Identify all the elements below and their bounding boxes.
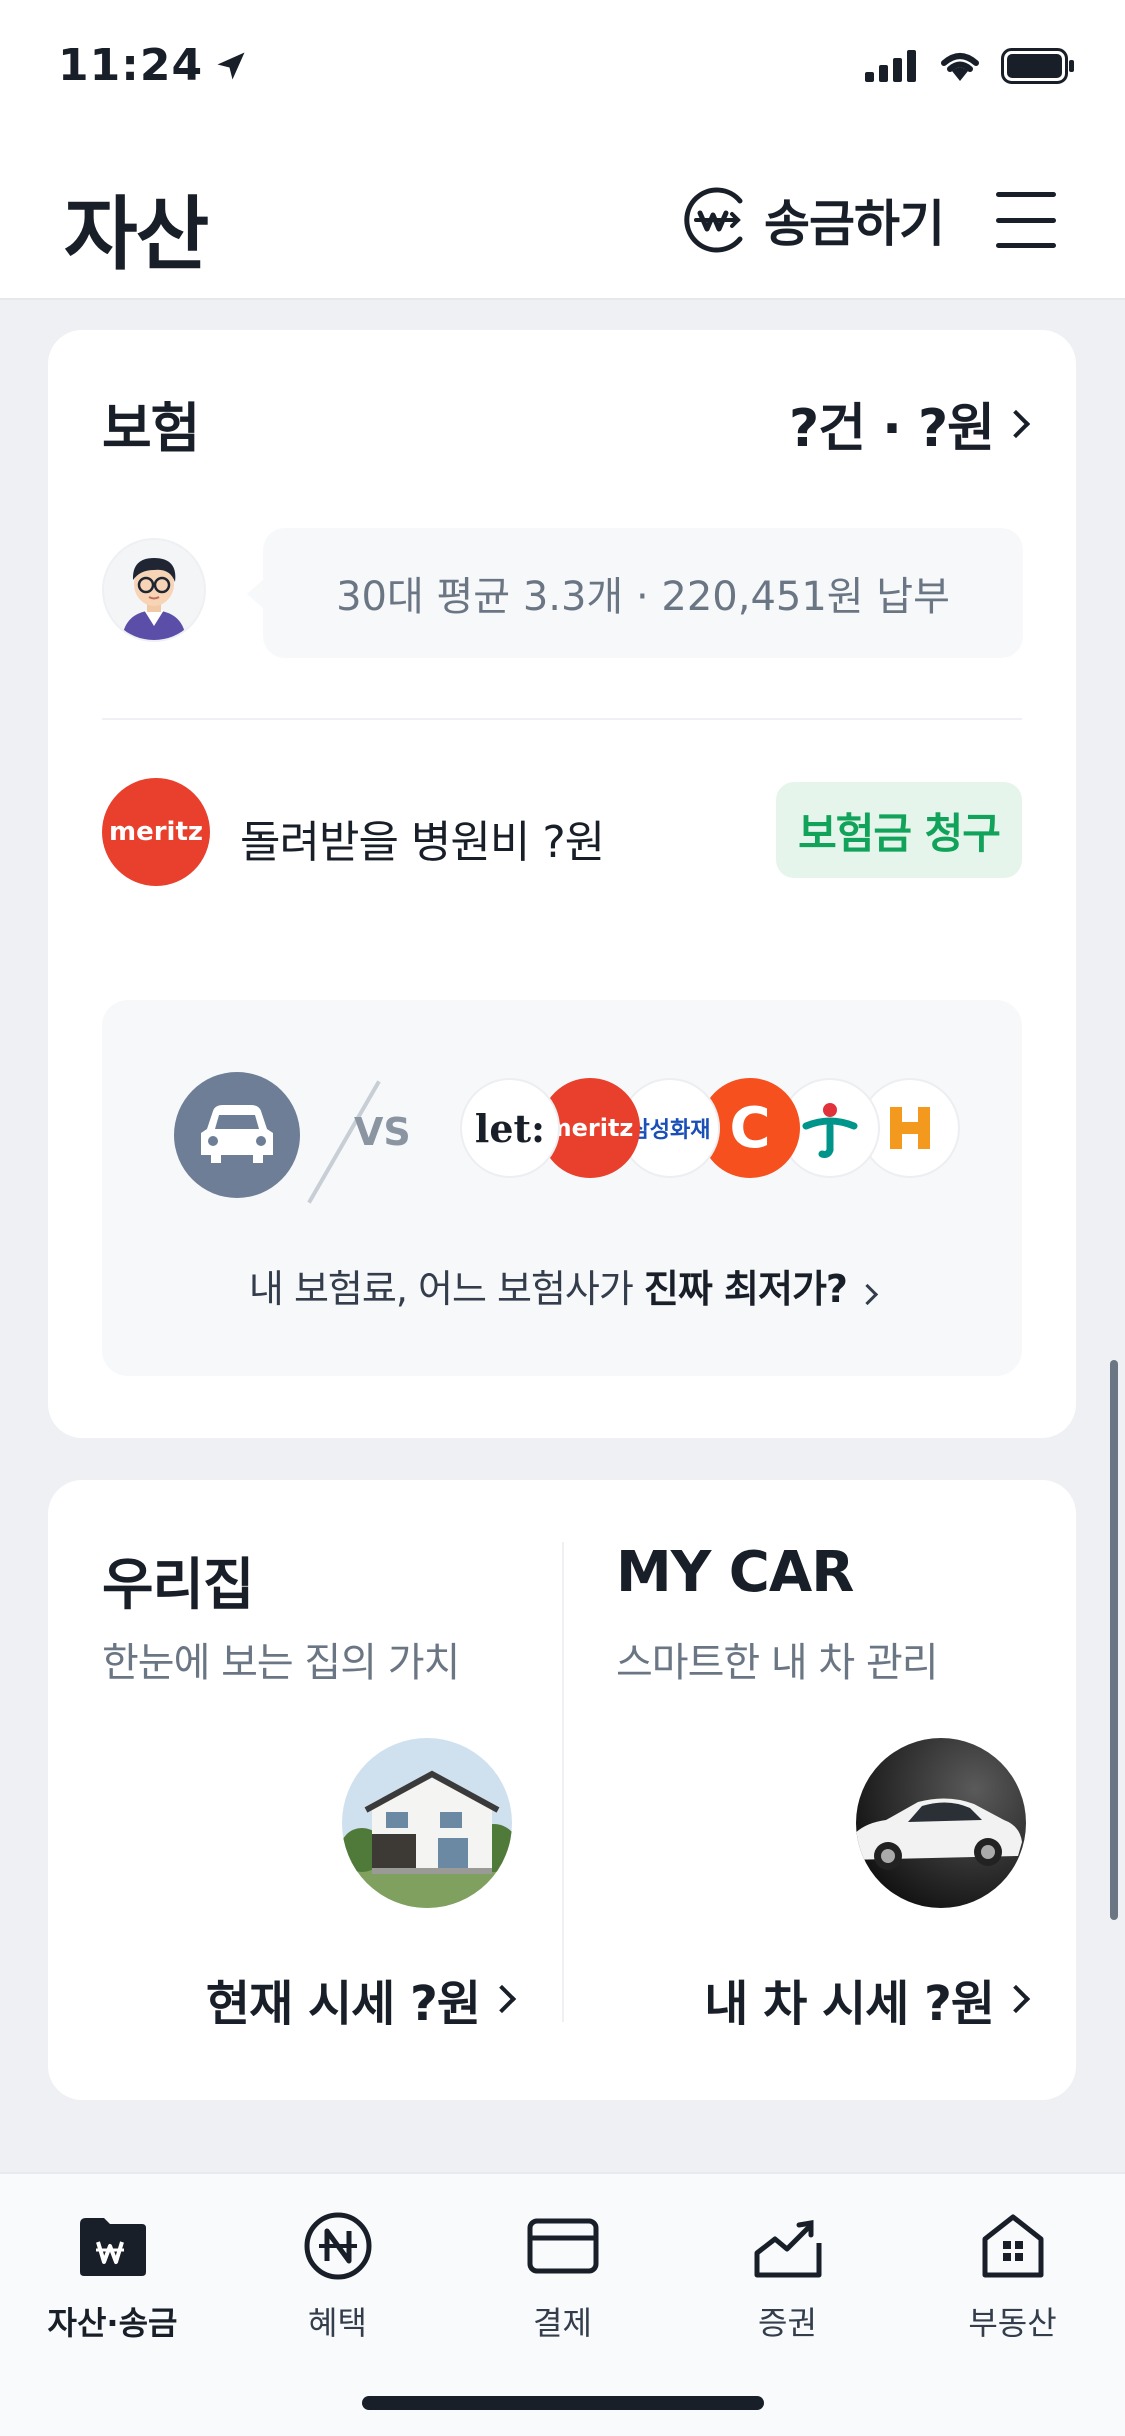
send-money-label: 송금하기 bbox=[764, 195, 945, 253]
vs-label: VS bbox=[354, 1110, 411, 1154]
scrollbar[interactable] bbox=[1110, 1360, 1118, 1920]
tab-label: 혜택 bbox=[308, 2304, 367, 2342]
tab-label: 결제 bbox=[533, 2304, 592, 2342]
chevron-right-icon bbox=[1001, 409, 1031, 438]
wifi-icon bbox=[941, 53, 979, 81]
car-photo-icon bbox=[856, 1738, 1026, 1908]
status-time-text: 11:24 bbox=[58, 40, 204, 91]
tab-real-estate[interactable]: 부동산 bbox=[900, 2204, 1125, 2344]
compare-bold-text: 진짜 최저가? bbox=[643, 1267, 848, 1311]
status-time: 11:24 bbox=[58, 40, 249, 91]
car-price-link[interactable]: 내 차 시세 ?원 bbox=[704, 1964, 1031, 2034]
car-subtitle: 스마트한 내 차 관리 bbox=[616, 1640, 939, 1686]
home-indicator[interactable] bbox=[362, 2396, 764, 2410]
chevron-right-icon bbox=[856, 1283, 879, 1306]
insurer-logo-let: let: bbox=[460, 1078, 560, 1178]
average-insurance-text: 30대 평균 3.3개 · 220,451원 납부 bbox=[336, 574, 950, 620]
tab-label: 부동산 bbox=[968, 2304, 1057, 2342]
status-bar: 11:24 bbox=[0, 0, 1125, 140]
average-insurance-bubble: 30대 평균 3.3개 · 220,451원 납부 bbox=[247, 528, 1023, 658]
insurer-logo-row: let: meritz 삼성화재 C bbox=[460, 1078, 960, 1182]
tab-securities[interactable]: 증권 bbox=[675, 2204, 900, 2344]
avatar bbox=[102, 538, 206, 642]
car-title: MY CAR bbox=[616, 1540, 854, 1605]
compare-prefix-text: 내 보험료, 어느 보험사가 bbox=[248, 1267, 644, 1311]
car-image bbox=[856, 1738, 1026, 1908]
chevron-right-icon bbox=[1001, 1984, 1031, 2014]
battery-icon bbox=[1001, 48, 1074, 84]
car-price-text: 내 차 시세 ?원 bbox=[704, 1976, 995, 2032]
insurance-claim-label: 보험금 청구 bbox=[798, 808, 1001, 858]
house-photo-icon bbox=[342, 1738, 512, 1908]
tab-label: 증권 bbox=[758, 2304, 817, 2342]
house-icon bbox=[982, 2214, 1043, 2278]
meritz-logo-text: meritz bbox=[108, 817, 204, 847]
compare-premium-link[interactable]: 내 보험료, 어느 보험사가 진짜 최저가? bbox=[102, 1258, 1022, 1313]
insurer-logo-carrot-text: C bbox=[729, 1095, 771, 1161]
person-avatar-icon bbox=[122, 558, 186, 640]
chevron-right-icon bbox=[487, 1984, 517, 2014]
tab-assets-transfer[interactable]: 자산·송금 bbox=[0, 2204, 225, 2344]
hamburger-menu-icon[interactable] bbox=[996, 192, 1056, 248]
home-subtitle: 한눈에 보는 집의 가치 bbox=[102, 1640, 460, 1686]
divider bbox=[102, 718, 1022, 720]
home-section[interactable]: 우리집 한눈에 보는 집의 가치 현재 시세 ?원 bbox=[48, 1480, 562, 2100]
tab-label: 자산·송금 bbox=[47, 2304, 178, 2342]
car-section[interactable]: MY CAR 스마트한 내 차 관리 내 차 시세 ?원 bbox=[562, 1480, 1076, 2100]
tab-benefits[interactable]: 혜택 bbox=[225, 2204, 450, 2344]
insurance-claim-button[interactable]: 보험금 청구 bbox=[776, 782, 1022, 878]
insurance-title: 보험 bbox=[102, 397, 200, 460]
insurance-summary-text: ?건 · ?원 bbox=[789, 399, 995, 459]
hana-symbol-icon bbox=[802, 1103, 858, 1158]
app-header: 자산 송금하기 bbox=[0, 140, 1125, 300]
insurer-logo-let-text: let: bbox=[474, 1105, 546, 1151]
insurer-logo-samsung-text: 삼성화재 bbox=[629, 1118, 711, 1143]
insurance-summary-link[interactable]: ?건 · ?원 bbox=[789, 386, 1031, 461]
stock-chart-icon bbox=[754, 2220, 821, 2278]
card-icon bbox=[527, 2218, 598, 2274]
car-icon-circle bbox=[174, 1072, 300, 1198]
car-icon bbox=[201, 1105, 273, 1163]
car-insurance-compare-box[interactable]: VS let: meritz 삼성화재 C 내 보험료, 어느 보험사가 진짜 … bbox=[102, 1000, 1022, 1376]
benefit-coin-icon bbox=[304, 2212, 371, 2280]
location-arrow-icon bbox=[217, 52, 245, 79]
hospital-refund-text: 돌려받을 병원비 ?원 bbox=[240, 817, 605, 868]
home-title: 우리집 bbox=[102, 1553, 255, 1618]
won-transfer-icon bbox=[684, 187, 743, 253]
insurance-card: 보험 ?건 · ?원 30대 평균 3.3개 · 220,451원 납부 mer… bbox=[48, 330, 1076, 1438]
home-price-text: 현재 시세 ?원 bbox=[205, 1976, 481, 2032]
home-price-link[interactable]: 현재 시세 ?원 bbox=[205, 1964, 517, 2034]
home-car-card: 우리집 한눈에 보는 집의 가치 현재 시세 ?원 MY CAR 스마트한 내 … bbox=[48, 1480, 1076, 2100]
tab-payment[interactable]: 결제 bbox=[450, 2204, 675, 2344]
house-image bbox=[342, 1738, 512, 1908]
page-title: 자산 bbox=[64, 188, 209, 281]
send-money-button[interactable]: 송금하기 bbox=[680, 182, 945, 258]
cellular-signal-icon bbox=[865, 50, 916, 82]
h-letter-logo-icon bbox=[890, 1107, 930, 1149]
meritz-logo: meritz bbox=[102, 778, 210, 886]
wallet-won-icon bbox=[79, 2218, 146, 2276]
